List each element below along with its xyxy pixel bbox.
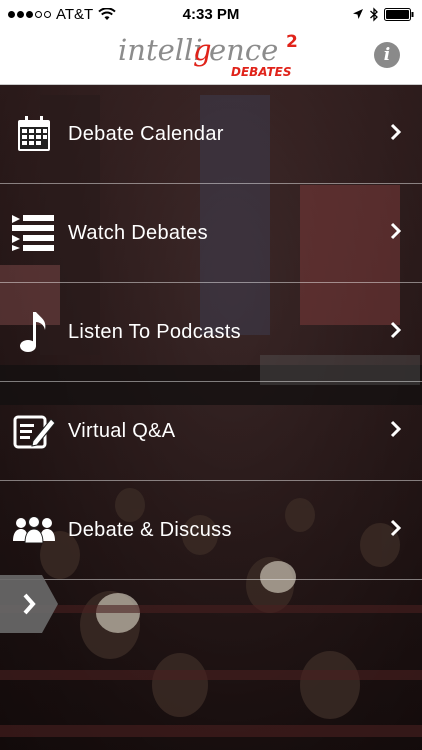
status-right — [352, 6, 414, 22]
menu-item-debate-discuss[interactable]: Debate & Discuss — [0, 481, 422, 580]
status-left: AT&T — [8, 6, 116, 23]
chevron-right-icon — [390, 123, 402, 141]
video-list-icon — [0, 215, 68, 251]
main-menu: Debate Calendar Watch Debates Listen To … — [0, 85, 422, 580]
chevron-right-icon — [390, 321, 402, 339]
menu-item-label: Watch Debates — [68, 221, 208, 244]
menu-item-label: Debate & Discuss — [68, 518, 232, 541]
wifi-icon — [98, 7, 116, 20]
svg-text:ence: ence — [209, 33, 278, 67]
chevron-right-icon — [390, 420, 402, 438]
menu-item-listen-podcasts[interactable]: Listen To Podcasts — [0, 283, 422, 382]
menu-item-debate-calendar[interactable]: Debate Calendar — [0, 85, 422, 184]
location-arrow-icon — [353, 9, 363, 19]
music-note-icon — [0, 310, 68, 354]
group-icon — [0, 517, 68, 543]
menu-item-virtual-qa[interactable]: Virtual Q&A — [0, 382, 422, 481]
status-bar: AT&T 4:33 PM — [0, 0, 422, 28]
svg-text:intelli: intelli — [118, 33, 203, 67]
menu-item-label: Listen To Podcasts — [68, 320, 241, 343]
info-button[interactable]: i — [374, 42, 400, 68]
menu-item-watch-debates[interactable]: Watch Debates — [0, 184, 422, 283]
battery-icon — [384, 7, 414, 21]
chevron-right-icon — [390, 222, 402, 240]
svg-text:2: 2 — [286, 32, 298, 52]
svg-text:DEBATES: DEBATES — [231, 65, 291, 79]
app-header: intelli g ence 2 DEBATES i — [0, 28, 422, 85]
edit-note-icon — [0, 413, 68, 449]
menu-item-label: Debate Calendar — [68, 122, 224, 145]
bluetooth-icon — [370, 6, 378, 22]
menu-item-label: Virtual Q&A — [68, 419, 176, 442]
calendar-icon — [0, 116, 68, 152]
chevron-right-icon — [390, 519, 402, 537]
carrier-label: AT&T — [56, 5, 94, 23]
signal-strength-icon — [8, 10, 51, 18]
expand-drawer-button[interactable] — [0, 575, 58, 633]
intelligence-squared-logo: intelli g ence 2 DEBATES — [118, 32, 298, 79]
app-screen: AT&T 4:33 PM intelli g ence 2 DEBATES i … — [0, 0, 422, 750]
